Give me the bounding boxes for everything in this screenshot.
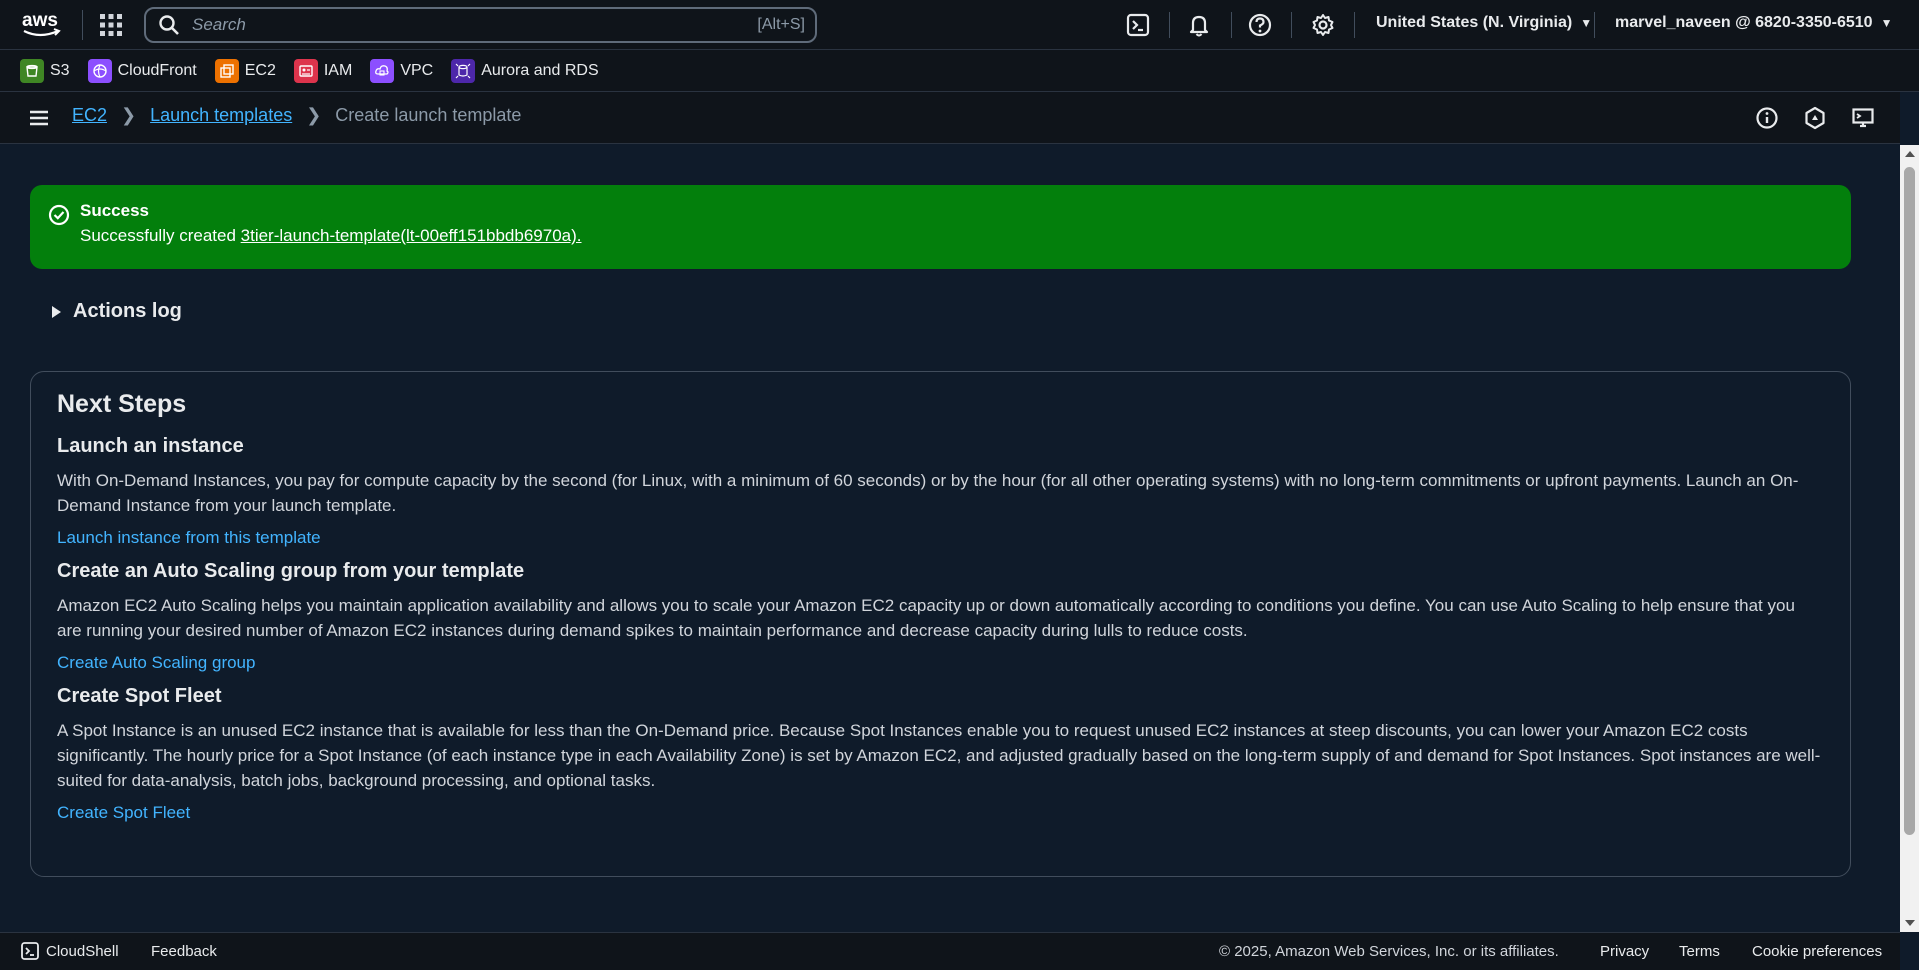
info-icon[interactable]: [1755, 106, 1779, 130]
section-body: A Spot Instance is an unused EC2 instanc…: [57, 721, 1821, 790]
region-selector[interactable]: United States (N. Virginia) ▼: [1376, 14, 1592, 32]
divider: [1594, 12, 1595, 38]
launch-template-link[interactable]: 3tier-launch-template(lt-00eff151bbdb697…: [241, 226, 582, 245]
privacy-link[interactable]: Privacy: [1600, 943, 1649, 960]
divider: [82, 10, 83, 40]
cloudshell-label: CloudShell: [46, 942, 119, 960]
chevron-right-icon: ❯: [121, 105, 137, 125]
search-input[interactable]: [190, 14, 758, 36]
scroll-down-arrow-icon[interactable]: [1905, 920, 1915, 926]
next-steps-card: Next Steps Launch an instance With On-De…: [30, 371, 1851, 877]
favorite-label: IAM: [323, 61, 353, 79]
breadcrumb-ec2[interactable]: EC2: [72, 105, 107, 126]
main-content: Success Successfully created 3tier-launc…: [0, 145, 1900, 932]
divider: [1354, 12, 1355, 38]
help-icon[interactable]: [1247, 12, 1273, 38]
apps-grid-icon[interactable]: [98, 12, 124, 38]
create-spot-fleet-link[interactable]: Create Spot Fleet: [57, 803, 1824, 823]
section-heading: Create an Auto Scaling group from your t…: [57, 560, 525, 582]
success-flash: Success Successfully created 3tier-launc…: [30, 185, 1851, 269]
region-label: United States (N. Virginia): [1376, 14, 1573, 31]
cloudshell-button[interactable]: CloudShell: [20, 941, 119, 961]
breadcrumb-bar: EC2 ❯ Launch templates ❯ Create launch t…: [0, 92, 1900, 144]
section-body: With On-Demand Instances, you pay for co…: [57, 471, 1799, 515]
favorite-cloudfront[interactable]: CloudFront: [87, 58, 197, 83]
chevron-right-icon: ❯: [306, 105, 322, 125]
create-auto-scaling-group-link[interactable]: Create Auto Scaling group: [57, 653, 1824, 673]
favorite-label: CloudFront: [117, 61, 197, 79]
cloudshell-icon[interactable]: [1125, 12, 1151, 38]
amazon-q-icon[interactable]: [1803, 106, 1827, 130]
section-heading: Create Spot Fleet: [57, 685, 222, 707]
vpc-icon: [370, 58, 395, 83]
vertical-scrollbar[interactable]: [1900, 145, 1919, 932]
check-circle-icon: [48, 204, 70, 226]
feedback-link[interactable]: Feedback: [151, 943, 217, 960]
favorite-vpc[interactable]: VPC: [370, 58, 434, 83]
search-shortcut: [Alt+S]: [757, 16, 805, 33]
scrollbar-thumb[interactable]: [1904, 167, 1915, 835]
favorite-label: VPC: [400, 61, 434, 79]
flash-message: Successfully created 3tier-launch-templa…: [80, 226, 1851, 246]
cloudshell-icon: [21, 942, 39, 960]
terms-link[interactable]: Terms: [1679, 943, 1720, 960]
breadcrumb-current: Create launch template: [335, 105, 522, 125]
divider: [1231, 12, 1232, 38]
gear-icon[interactable]: [1310, 12, 1336, 38]
notifications-panel-icon[interactable]: [1851, 106, 1875, 130]
aws-logo-text: aws: [22, 10, 58, 31]
aws-logo[interactable]: aws: [20, 8, 64, 40]
favorite-aurora-rds[interactable]: Aurora and RDS: [451, 58, 599, 83]
account-menu[interactable]: marvel_naveen @ 6820-3350-6510 ▼: [1615, 14, 1892, 32]
breadcrumb: EC2 ❯ Launch templates ❯ Create launch t…: [72, 105, 521, 126]
favorite-label: EC2: [244, 61, 276, 79]
menu-icon[interactable]: [27, 106, 51, 130]
favorite-label: S3: [50, 61, 70, 79]
rds-icon: [451, 58, 476, 83]
launch-instance-link[interactable]: Launch instance from this template: [57, 528, 1824, 548]
cookie-preferences-link[interactable]: Cookie preferences: [1752, 943, 1882, 960]
section-body: Amazon EC2 Auto Scaling helps you mainta…: [57, 596, 1795, 640]
cloudfront-icon: [87, 58, 112, 83]
favorites-bar: S3 CloudFront EC2 IAM VPC Aurora and RDS: [0, 50, 1919, 92]
favorite-s3[interactable]: S3: [20, 58, 70, 83]
breadcrumb-launch-templates[interactable]: Launch templates: [150, 105, 292, 126]
favorite-ec2[interactable]: EC2: [214, 58, 276, 83]
account-label: marvel_naveen @ 6820-3350-6510: [1615, 14, 1873, 31]
bell-icon[interactable]: [1186, 12, 1212, 38]
favorite-label: Aurora and RDS: [481, 61, 599, 79]
iam-icon: [293, 58, 318, 83]
footer: CloudShell Feedback © 2025, Amazon Web S…: [0, 932, 1900, 970]
search-box[interactable]: [Alt+S]: [144, 7, 817, 43]
s3-icon: [20, 58, 44, 83]
divider: [1169, 12, 1170, 38]
actions-log-toggle[interactable]: Actions log: [52, 300, 182, 323]
actions-log-label: Actions log: [73, 300, 182, 322]
caret-down-icon: ▼: [1580, 15, 1593, 30]
next-steps-title: Next Steps: [57, 390, 187, 418]
copyright: © 2025, Amazon Web Services, Inc. or its…: [1219, 943, 1559, 960]
ec2-icon: [214, 58, 239, 83]
search-icon: [159, 15, 179, 35]
favorite-iam[interactable]: IAM: [293, 58, 353, 83]
caret-right-icon: [52, 305, 61, 318]
flash-title: Success: [80, 201, 149, 220]
top-navigation: aws [Alt+S] United States (N. Virgin: [0, 0, 1919, 50]
scroll-up-arrow-icon[interactable]: [1905, 151, 1915, 157]
section-heading: Launch an instance: [57, 435, 244, 457]
caret-down-icon: ▼: [1880, 15, 1893, 30]
divider: [1291, 12, 1292, 38]
flash-message-text: Successfully created: [80, 226, 241, 245]
